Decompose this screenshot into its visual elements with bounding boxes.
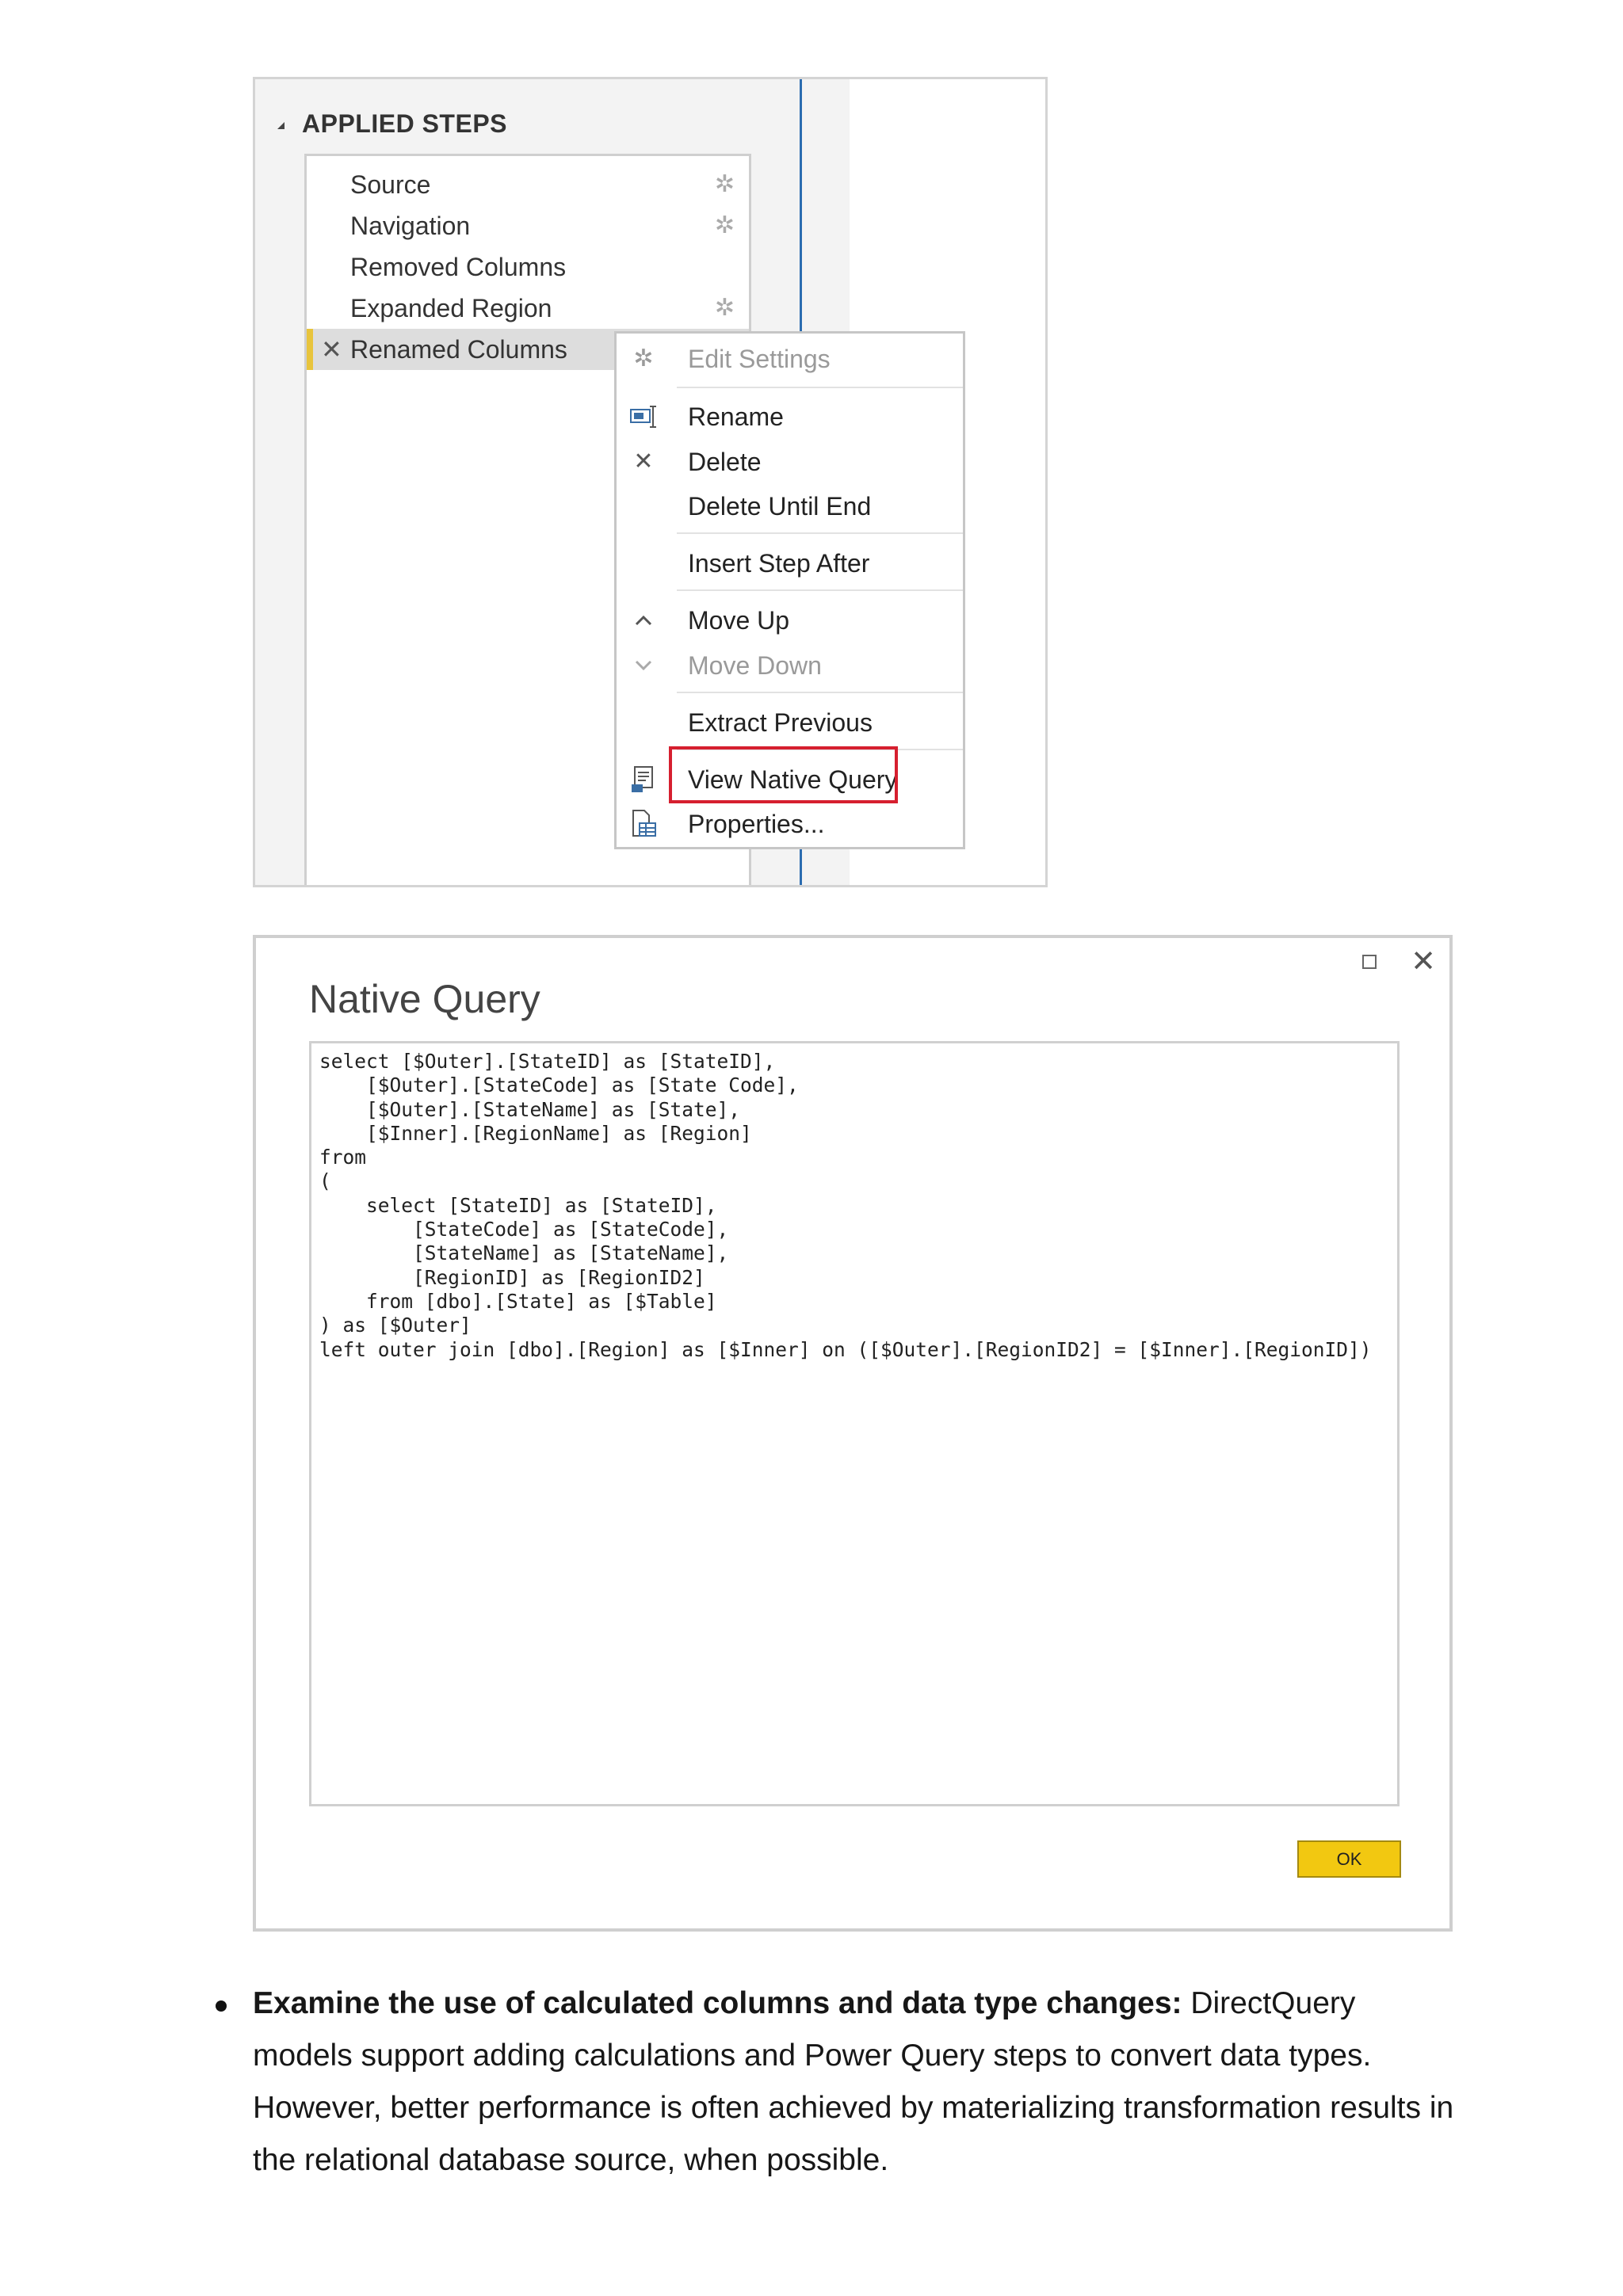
menu-item-move-up[interactable]: Move Up bbox=[617, 598, 963, 643]
menu-label: Move Up bbox=[688, 606, 790, 635]
maximize-button[interactable] bbox=[1358, 950, 1382, 974]
step-label: Removed Columns bbox=[350, 253, 567, 281]
delete-step-icon[interactable]: ✕ bbox=[321, 329, 342, 370]
menu-separator bbox=[677, 387, 963, 388]
applied-steps-title: APPLIED STEPS bbox=[302, 109, 507, 138]
dialog-title: Native Query bbox=[309, 977, 540, 1021]
menu-item-delete[interactable]: ✕ Delete bbox=[617, 440, 963, 484]
menu-label: Delete Until End bbox=[688, 492, 872, 521]
step-label: Navigation bbox=[350, 212, 471, 240]
query-textbox[interactable]: select [$Outer].[StateID] as [StateID], … bbox=[309, 1041, 1400, 1806]
menu-label: Extract Previous bbox=[688, 708, 873, 737]
menu-label: Insert Step After bbox=[688, 549, 870, 578]
ok-button[interactable]: OK bbox=[1297, 1840, 1401, 1878]
gear-icon: ✲ bbox=[633, 345, 654, 372]
step-expanded-region[interactable]: Expanded Region ✲ bbox=[307, 288, 749, 329]
chevron-down-icon bbox=[628, 643, 659, 688]
menu-label: Move Down bbox=[688, 651, 822, 680]
chevron-up-icon bbox=[628, 598, 659, 643]
highlight-box bbox=[669, 746, 898, 803]
step-source[interactable]: Source ✲ bbox=[307, 164, 749, 205]
collapse-triangle-icon[interactable] bbox=[277, 122, 285, 130]
bullet-paragraph: Examine the use of calculated columns an… bbox=[253, 1978, 1457, 2187]
gear-icon[interactable]: ✲ bbox=[715, 205, 735, 246]
step-navigation[interactable]: Navigation ✲ bbox=[307, 205, 749, 246]
menu-separator bbox=[677, 692, 963, 693]
step-label: Source bbox=[350, 170, 431, 199]
step-label: Expanded Region bbox=[350, 294, 552, 322]
menu-label: Delete bbox=[688, 448, 762, 476]
applied-steps-screenshot: APPLIED STEPS Source ✲ Navigation ✲ Remo… bbox=[253, 77, 1048, 887]
rename-icon bbox=[628, 395, 659, 444]
close-icon: ✕ bbox=[633, 448, 654, 475]
step-label: Renamed Columns bbox=[350, 335, 567, 364]
applied-steps-header[interactable]: APPLIED STEPS bbox=[277, 109, 507, 139]
query-text: select [$Outer].[StateID] as [StateID], … bbox=[319, 1050, 1372, 1361]
menu-item-delete-until-end[interactable]: Delete Until End bbox=[617, 484, 963, 528]
maximize-icon bbox=[1362, 955, 1377, 969]
menu-label: Properties... bbox=[688, 810, 825, 838]
menu-separator bbox=[677, 589, 963, 591]
gear-icon[interactable]: ✲ bbox=[715, 288, 735, 329]
menu-label: Rename bbox=[688, 402, 784, 431]
menu-separator bbox=[677, 532, 963, 534]
step-removed-columns[interactable]: Removed Columns bbox=[307, 246, 749, 288]
menu-item-rename[interactable]: Rename bbox=[617, 395, 963, 439]
menu-item-properties[interactable]: Properties... bbox=[617, 802, 963, 846]
bullet-point bbox=[216, 2000, 227, 2012]
native-query-dialog: Native Query ✕ select [$Outer].[StateID]… bbox=[253, 935, 1453, 1932]
close-button[interactable]: ✕ bbox=[1409, 945, 1438, 978]
menu-item-extract-previous[interactable]: Extract Previous bbox=[617, 700, 963, 745]
properties-icon bbox=[628, 802, 659, 854]
menu-label: Edit Settings bbox=[688, 345, 831, 373]
bullet-heading: Examine the use of calculated columns an… bbox=[253, 1986, 1182, 2020]
menu-item-insert-step-after[interactable]: Insert Step After bbox=[617, 541, 963, 585]
close-icon: ✕ bbox=[1411, 945, 1436, 978]
menu-item-edit-settings[interactable]: ✲ Edit Settings bbox=[617, 337, 963, 381]
menu-item-move-down[interactable]: Move Down bbox=[617, 643, 963, 688]
gear-icon[interactable]: ✲ bbox=[715, 164, 735, 205]
